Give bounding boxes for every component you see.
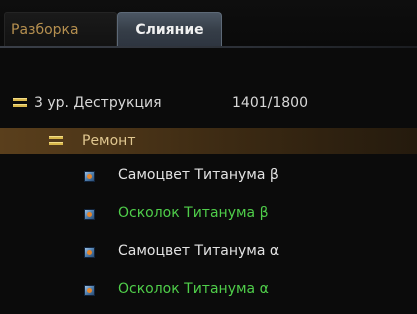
- collapse-icon[interactable]: [13, 98, 27, 108]
- recipe-tree: 3 ур. Деструкция 1401/1800 Ремонт Самоцв…: [0, 48, 417, 314]
- tab-sliyanie[interactable]: Слияние: [117, 12, 222, 46]
- tree-item-label: Самоцвет Титанума α: [118, 243, 280, 259]
- gem-icon: [84, 209, 95, 220]
- tree-item-row[interactable]: Осколок Титанума β: [0, 200, 417, 226]
- tree-item-row[interactable]: Осколок Титанума α: [0, 276, 417, 302]
- reforge-window: Разборка Слияние 3 ур. Деструкция 1401/1…: [0, 0, 417, 314]
- gem-icon: [84, 285, 95, 296]
- tree-root-label: 3 ур. Деструкция: [34, 95, 162, 111]
- gem-icon: [84, 171, 95, 182]
- tree-item-label: Осколок Титанума β: [118, 205, 269, 221]
- tree-group-label: Ремонт: [82, 133, 136, 149]
- gem-icon: [84, 247, 95, 258]
- tree-root-progress: 1401/1800: [232, 95, 308, 111]
- tree-item-row[interactable]: Самоцвет Титанума β: [0, 162, 417, 188]
- tree-item-label: Самоцвет Титанума β: [118, 167, 279, 183]
- tree-item-label: Осколок Титанума α: [118, 281, 269, 297]
- tree-group-row[interactable]: Ремонт: [0, 128, 417, 154]
- tab-bar: Разборка Слияние: [0, 0, 417, 48]
- tree-item-row[interactable]: Самоцвет Титанума α: [0, 238, 417, 264]
- tab-razborka[interactable]: Разборка: [4, 12, 117, 46]
- tree-root-row[interactable]: 3 ур. Деструкция 1401/1800: [0, 90, 417, 116]
- collapse-icon[interactable]: [49, 136, 63, 146]
